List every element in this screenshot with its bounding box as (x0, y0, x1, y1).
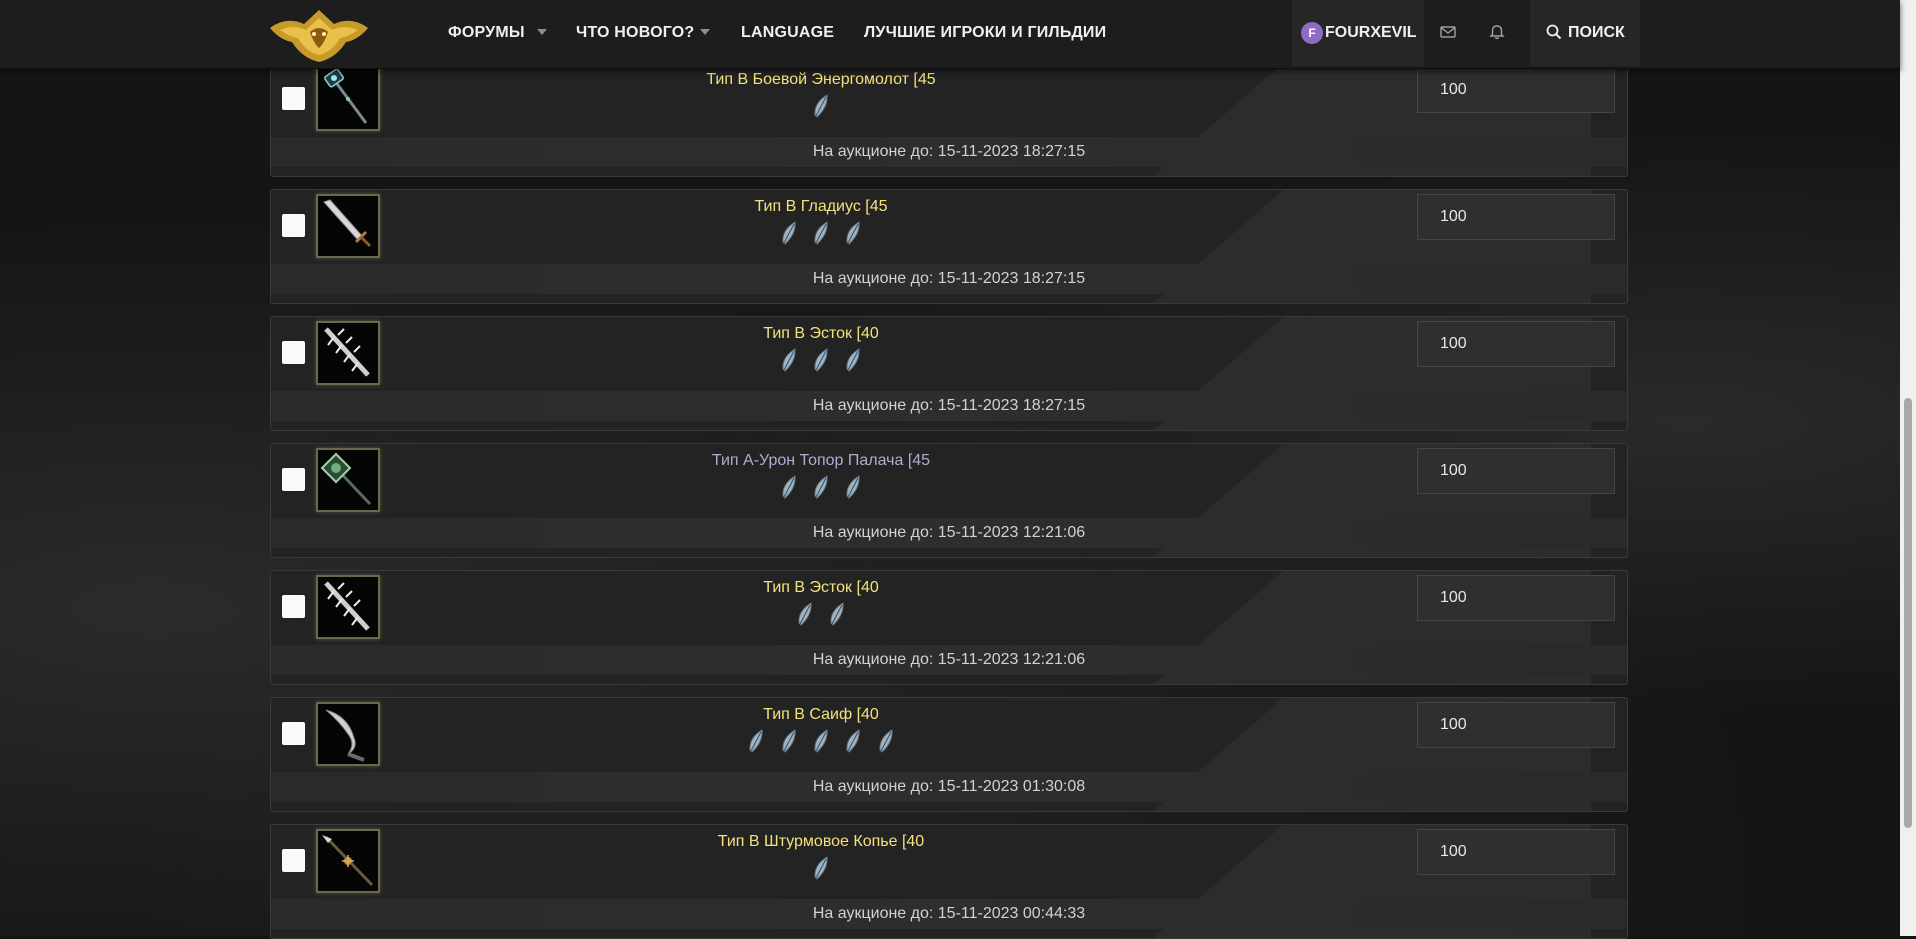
inbox-button[interactable] (1424, 0, 1472, 66)
gem-slots (671, 474, 971, 500)
listing-row: Тип В Саиф [40 100 На аукционе до: 15-11… (270, 697, 1628, 812)
feather-gem-icon (814, 729, 828, 753)
search-label: ПОИСК (1568, 24, 1625, 41)
select-checkbox[interactable] (282, 341, 305, 364)
item-image (316, 321, 380, 385)
auction-expiry: На аукционе до: 15-11-2023 12:21:06 (812, 651, 1086, 668)
search-icon (1546, 24, 1562, 40)
listing-row: Тип А-Урон Топор Палача [45 100 На аукци… (270, 443, 1628, 558)
search-button[interactable]: ПОИСК (1530, 0, 1640, 66)
price-input[interactable]: 100 (1417, 321, 1615, 367)
nav-forums[interactable]: ФОРУМЫ (448, 0, 525, 66)
feather-gem-icon (846, 475, 861, 499)
top-navigation-bar: ФОРУМЫ ЧТО НОВОГО? LANGUAGE ЛУЧШИЕ ИГРОК… (0, 0, 1900, 69)
feather-gem-icon (782, 221, 796, 245)
feather-gem-icon (846, 348, 861, 372)
feather-gem-icon (782, 729, 796, 753)
price-input[interactable]: 100 (1417, 829, 1615, 875)
feather-gem-icon (814, 348, 828, 372)
gem-slots (671, 601, 971, 627)
avatar: F (1301, 22, 1323, 44)
item-image (316, 829, 380, 893)
energy-hammer-icon (324, 69, 368, 124)
feather-gem-icon (814, 475, 828, 499)
gem-slots (671, 347, 971, 373)
feather-gem-icon (879, 729, 893, 753)
item-name[interactable]: Тип В Гладиус [45 (671, 198, 971, 216)
item-name[interactable]: Тип В Штурмовое Копье [40 (671, 833, 971, 851)
saif-icon (325, 709, 365, 762)
feather-gem-icon (814, 856, 828, 880)
feather-gem-icon (749, 729, 763, 753)
gem-slots (671, 220, 971, 246)
nav-top-players-guilds[interactable]: ЛУЧШИЕ ИГРОКИ И ГИЛЬДИИ (864, 0, 1106, 66)
listing-row: Тип В Боевой Энергомолот [45 100 На аукц… (270, 62, 1628, 177)
site-logo[interactable] (266, 6, 372, 64)
auction-expiry: На аукционе до: 15-11-2023 18:27:15 (812, 270, 1086, 287)
executioner-axe-icon (320, 452, 372, 506)
item-image (316, 575, 380, 639)
auction-expiry: На аукционе до: 15-11-2023 18:27:15 (812, 397, 1086, 414)
listing-row: Тип В Эсток [40 100 На аукционе до: 15-1… (270, 316, 1628, 431)
gladius-icon (323, 199, 372, 248)
item-name[interactable]: Тип А-Урон Топор Палача [45 (671, 452, 971, 470)
item-image (316, 702, 380, 766)
select-checkbox[interactable] (282, 468, 305, 491)
listing-row: Тип В Эсток [40 100 На аукционе до: 15-1… (270, 570, 1628, 685)
price-input[interactable]: 100 (1417, 702, 1615, 748)
feather-gem-icon (814, 94, 828, 118)
auction-expiry: На аукционе до: 15-11-2023 12:21:06 (812, 524, 1086, 541)
username: FOURXEVIL (1325, 24, 1417, 41)
price-input[interactable]: 100 (1417, 448, 1615, 494)
auction-expiry: На аукционе до: 15-11-2023 18:27:15 (812, 143, 1086, 160)
assault-spear-icon (322, 835, 374, 887)
estoc-icon (324, 581, 370, 631)
feather-gem-icon (782, 475, 796, 499)
feather-gem-icon (846, 729, 861, 753)
item-image (316, 194, 380, 258)
item-name[interactable]: Тип В Боевой Энергомолот [45 (671, 71, 971, 89)
nav-whats-new[interactable]: ЧТО НОВОГО? (576, 0, 694, 66)
price-input[interactable]: 100 (1417, 575, 1615, 621)
feather-gem-icon (814, 221, 828, 245)
auction-expiry: На аукционе до: 15-11-2023 01:30:08 (812, 778, 1086, 795)
item-image (316, 67, 380, 131)
feather-gem-icon (846, 221, 861, 245)
item-name[interactable]: Тип В Эсток [40 (671, 579, 971, 597)
price-input[interactable]: 100 (1417, 67, 1615, 113)
select-checkbox[interactable] (282, 722, 305, 745)
select-checkbox[interactable] (282, 214, 305, 237)
nav-language[interactable]: LANGUAGE (741, 0, 834, 66)
page-scrollbar-thumb[interactable] (1904, 398, 1912, 828)
select-checkbox[interactable] (282, 595, 305, 618)
feather-gem-icon (798, 602, 812, 626)
auction-expiry: На аукционе до: 15-11-2023 00:44:33 (812, 905, 1086, 922)
listing-row: Тип В Гладиус [45 100 На аукционе до: 15… (270, 189, 1628, 304)
whats-new-dropdown-icon[interactable] (700, 29, 710, 35)
bell-icon (1489, 25, 1505, 40)
user-menu[interactable]: F FOURXEVIL (1292, 0, 1424, 66)
gem-slots (671, 93, 971, 119)
forums-dropdown-icon[interactable] (537, 29, 547, 35)
price-input[interactable]: 100 (1417, 194, 1615, 240)
feather-gem-icon (782, 348, 796, 372)
select-checkbox[interactable] (282, 87, 305, 110)
listing-row: Тип В Штурмовое Копье [40 100 На аукцион… (270, 824, 1628, 939)
envelope-icon (1440, 26, 1456, 38)
feather-gem-icon (830, 602, 844, 626)
estoc-icon (324, 327, 370, 377)
item-image (316, 448, 380, 512)
gem-slots (671, 728, 971, 754)
item-name[interactable]: Тип В Саиф [40 (671, 706, 971, 724)
item-name[interactable]: Тип В Эсток [40 (671, 325, 971, 343)
gem-slots (671, 855, 971, 881)
alerts-button[interactable] (1473, 0, 1521, 66)
select-checkbox[interactable] (282, 849, 305, 872)
